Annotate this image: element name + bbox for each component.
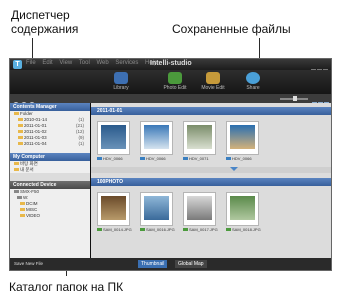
- group-header[interactable]: 100PHOTO: [91, 178, 331, 186]
- callout-contents-manager: Диспетчер содержания: [11, 8, 79, 36]
- movie-edit-icon: [206, 72, 220, 84]
- chevron-down-icon[interactable]: [230, 167, 238, 171]
- pc-folder-list: 바탕 화면 내 문서: [10, 161, 90, 173]
- thumbnail-caption: SAM_0018.JPG: [226, 227, 261, 232]
- toolbar-movie-edit-button[interactable]: Movie Edit: [198, 72, 228, 91]
- tab-thumbnail[interactable]: Thumbnail: [138, 260, 168, 268]
- device-tree: SMX-F50 W: DCIM MISC VIDEO: [10, 189, 90, 219]
- app-title: Intelli-studio: [150, 60, 192, 67]
- callout-saved-files: Сохраненные файлы: [172, 22, 291, 36]
- share-icon: [246, 72, 260, 84]
- photo-thumbnail[interactable]: [183, 192, 216, 226]
- toolbar-share-button[interactable]: Share: [238, 72, 268, 91]
- thumbnail-caption: HDV_0066: [140, 156, 166, 161]
- my-computer-header[interactable]: My Computer: [10, 153, 90, 161]
- app-logo-icon: T: [13, 60, 22, 69]
- photo-thumbnail[interactable]: [97, 192, 130, 226]
- tree-folder-item[interactable]: 2011-01-04 (1): [14, 141, 90, 147]
- video-thumbnail[interactable]: [97, 121, 130, 155]
- menu-items[interactable]: File Edit View Tool Web Services Help: [26, 60, 157, 66]
- thumbnail-caption: SAM_0016.JPG: [140, 227, 175, 232]
- contents-manager-header[interactable]: Contents Manager: [10, 103, 90, 111]
- tab-global-map[interactable]: Global Map: [175, 260, 207, 268]
- connected-device-header[interactable]: Connected Device: [10, 181, 90, 189]
- menu-bar: T File Edit View Tool Web Services Help …: [10, 59, 331, 74]
- main-toolbar: Library Photo Edit Movie Edit Share: [10, 70, 331, 94]
- video-thumbnail[interactable]: [226, 121, 259, 155]
- thumbnail-caption: HDV_0066: [97, 156, 123, 161]
- group-header[interactable]: 2011-01-01: [91, 107, 331, 115]
- photo-edit-icon: [168, 72, 182, 84]
- photo-thumbnail[interactable]: [226, 192, 259, 226]
- save-new-file-button[interactable]: Save New File: [14, 261, 43, 266]
- folder-tree: Folder 2010-01-14 (1) 2011-01-01 (21) 2011…: [10, 111, 90, 147]
- video-thumbnail[interactable]: [183, 121, 216, 155]
- app-screenshot: T File Edit View Tool Web Services Help …: [9, 58, 332, 271]
- photo-thumbnail[interactable]: [140, 192, 173, 226]
- toolbar-photo-edit-button[interactable]: Photo Edit: [160, 72, 190, 91]
- thumbnail-caption: HDV_0066: [226, 156, 252, 161]
- video-thumbnail[interactable]: [140, 121, 173, 155]
- window-controls[interactable]: [310, 61, 328, 74]
- thumbnail-caption: SAM_0014.JPG: [97, 227, 132, 232]
- device-item[interactable]: VIDEO: [14, 213, 90, 219]
- zoom-slider-knob[interactable]: [293, 96, 297, 101]
- thumbnail-caption: HDV_0071: [183, 156, 209, 161]
- bottom-bar: Save New File Thumbnail Global Map: [10, 258, 331, 270]
- library-icon: [114, 72, 128, 84]
- thumbnail-caption: SAM_0017.JPG: [183, 227, 218, 232]
- sub-toolbar: [10, 94, 331, 108]
- content-area: 2011-01-01 HDV_0066 HDV_0066 HDV_0071 HD…: [91, 103, 331, 258]
- toolbar-library-button[interactable]: Library: [106, 72, 136, 91]
- pc-folder-item[interactable]: 내 문서: [14, 167, 90, 173]
- left-panel: Contents Manager Folder 2010-01-14 (1) 20…: [10, 103, 90, 258]
- callout-pc-folder-catalog: Каталог папок на ПК: [9, 280, 124, 294]
